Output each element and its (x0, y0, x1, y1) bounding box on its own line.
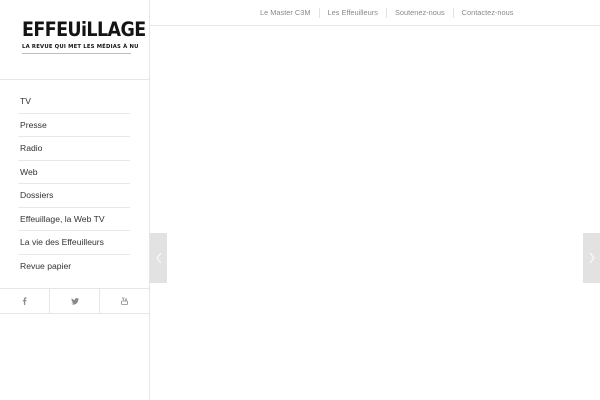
facebook-link[interactable] (0, 289, 50, 313)
slider-prev-button[interactable] (150, 233, 167, 283)
menu-item-web-tv[interactable]: Effeuillage, la Web TV (18, 208, 130, 231)
topnav-master-c3m[interactable]: Le Master C3M (252, 8, 319, 18)
twitter-icon (70, 297, 79, 305)
chevron-right-icon (589, 252, 595, 264)
sidebar: EFFEUiLLAGE LA REVUE QUI MET LES MÉDIAS … (0, 0, 150, 400)
menu-item-radio[interactable]: Radio (18, 137, 130, 161)
social-links (0, 288, 149, 314)
site-logo[interactable]: EFFEUiLLAGE LA REVUE QUI MET LES MÉDIAS … (0, 0, 149, 80)
youtube-link[interactable] (100, 289, 149, 313)
main-menu: TV Presse Radio Web Dossiers Effeuillage… (18, 90, 130, 278)
menu-item-vie-effeuilleurs[interactable]: La vie des Effeuilleurs (18, 231, 130, 255)
topnav-soutenez-nous[interactable]: Soutenez-nous (385, 7, 453, 18)
main-slider-area (150, 27, 600, 400)
top-navigation: Le Master C3M Les Effeuilleurs Soutenez-… (150, 0, 600, 26)
menu-item-presse[interactable]: Presse (18, 114, 130, 137)
chevron-left-icon (155, 252, 161, 264)
slider-next-button[interactable] (583, 233, 600, 283)
topnav-effeuilleurs[interactable]: Les Effeuilleurs (318, 7, 386, 18)
logo-tagline: LA REVUE QUI MET LES MÉDIAS À NU (22, 44, 139, 50)
topnav-contactez-nous[interactable]: Contactez-nous (452, 7, 522, 18)
menu-item-revue-papier[interactable]: Revue papier (18, 255, 130, 279)
facebook-icon (22, 297, 27, 305)
youtube-icon (121, 297, 128, 305)
menu-item-web[interactable]: Web (18, 161, 130, 184)
twitter-link[interactable] (50, 289, 100, 313)
menu-item-tv[interactable]: TV (18, 90, 130, 114)
logo-divider (22, 53, 131, 54)
logo-title: EFFEUiLLAGE (22, 19, 146, 42)
menu-item-dossiers[interactable]: Dossiers (18, 184, 130, 208)
